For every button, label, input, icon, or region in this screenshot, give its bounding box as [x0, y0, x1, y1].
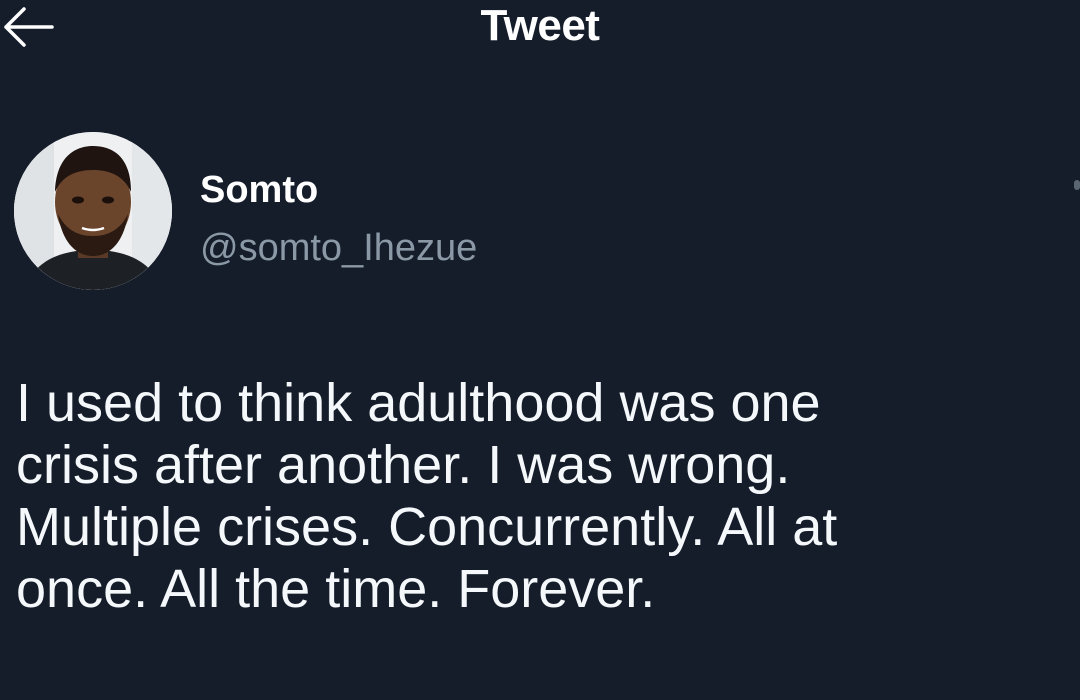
scroll-indicator — [1074, 180, 1080, 190]
avatar[interactable] — [14, 132, 172, 290]
tweet-author: Somto @somto_Ihezue — [14, 132, 714, 292]
tweet-text: I used to think adulthood was one crisis… — [16, 373, 838, 619]
top-bar: Tweet — [0, 0, 1080, 60]
avatar-photo — [14, 132, 172, 290]
page-title: Tweet — [480, 1, 600, 50]
author-handle[interactable]: @somto_Ihezue — [200, 226, 477, 270]
author-display-name[interactable]: Somto — [200, 168, 318, 212]
